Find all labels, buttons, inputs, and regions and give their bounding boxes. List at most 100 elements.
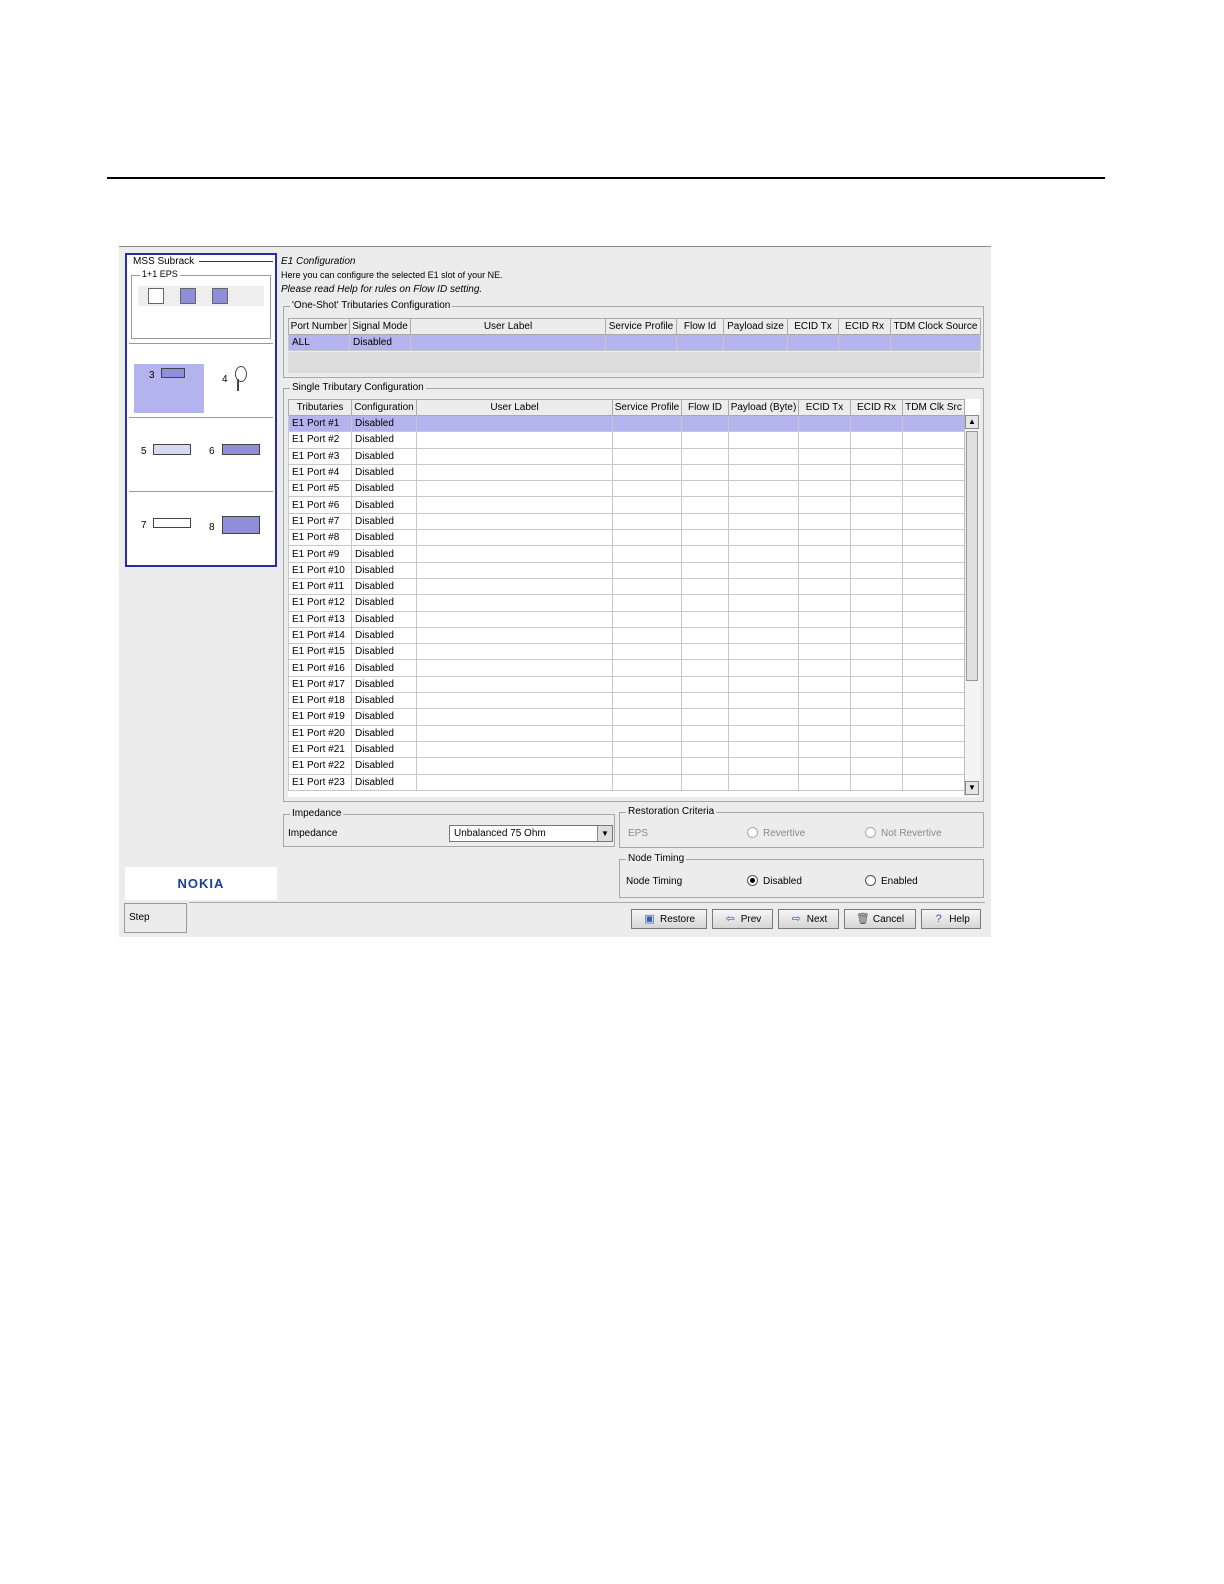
single-tributary-title: Single Tributary Configuration <box>290 382 426 393</box>
table-row[interactable]: E1 Port #9 Disabled <box>288 545 965 563</box>
table-row[interactable]: E1 Port #11 Disabled <box>288 577 965 596</box>
help-button[interactable]: ? Help <box>921 909 981 929</box>
slot-number: 6 <box>209 446 215 457</box>
column-header[interactable]: Service Profile <box>612 399 682 416</box>
next-button[interactable]: ⇨ Next <box>778 909 839 929</box>
page-description: Here you can configure the selected E1 s… <box>281 270 503 280</box>
table-row[interactable]: E1 Port #6 Disabled <box>288 496 965 514</box>
column-header[interactable]: Port Number <box>288 318 350 335</box>
table-row[interactable]: E1 Port #14 Disabled <box>288 626 965 645</box>
column-header[interactable]: Payload (Byte) <box>728 399 799 416</box>
vertical-scrollbar[interactable]: ▲ ▼ <box>964 415 980 796</box>
table-row[interactable]: E1 Port #17 Disabled <box>288 675 965 694</box>
table-row[interactable]: E1 Port #19 Disabled <box>288 708 965 726</box>
restore-button[interactable]: ▣ Restore <box>631 909 707 929</box>
node-timing-disabled-radio[interactable] <box>747 875 758 886</box>
impedance-group: Impedance Impedance Unbalanced 75 Ohm ▼ <box>283 808 615 847</box>
slot-5-card-icon[interactable] <box>153 444 191 455</box>
help-icon: ? <box>935 913 942 925</box>
scroll-thumb[interactable] <box>966 431 978 681</box>
table-row[interactable]: E1 Port #20 Disabled <box>288 724 965 742</box>
column-header[interactable]: Flow Id <box>676 318 724 335</box>
subrack-title: MSS Subrack <box>131 256 197 267</box>
table-row[interactable]: E1 Port #8 Disabled <box>288 529 965 547</box>
column-header[interactable]: TDM Clk Src <box>902 399 965 416</box>
chevron-down-icon[interactable]: ▼ <box>597 826 612 841</box>
scroll-down-icon[interactable]: ▼ <box>965 781 979 795</box>
nokia-logo: NOKIA <box>125 867 277 900</box>
column-header[interactable]: ECID Rx <box>850 399 903 416</box>
node-timing-enabled-label: Enabled <box>881 876 918 887</box>
column-header[interactable]: Payload size <box>723 318 788 335</box>
slot-number: 3 <box>149 370 155 381</box>
cancel-button[interactable]: 🗑 Cancel <box>844 909 916 929</box>
column-header[interactable]: User Label <box>410 318 606 335</box>
table-row[interactable]: E1 Port #16 Disabled <box>288 659 965 677</box>
single-tributary-group: Single Tributary Configuration Tributari… <box>283 382 984 802</box>
impedance-select[interactable]: Unbalanced 75 Ohm ▼ <box>449 825 613 842</box>
revertive-label: Revertive <box>763 828 806 839</box>
table-row[interactable]: E1 Port #2 Disabled <box>288 431 965 449</box>
column-header[interactable]: User Label <box>416 399 613 416</box>
table-row[interactable]: E1 Port #21 Disabled <box>288 740 965 759</box>
arrow-right-icon: ⇨ <box>791 913 801 925</box>
node-timing-group: Node Timing Node Timing Disabled Enabled <box>619 853 984 898</box>
column-header[interactable]: Flow ID <box>681 399 729 416</box>
slot-7-card-icon[interactable] <box>153 518 191 528</box>
impedance-group-title: Impedance <box>290 808 344 819</box>
impedance-value: Unbalanced 75 Ohm <box>454 828 546 839</box>
slot-number: 8 <box>209 522 215 533</box>
help-note: Please read Help for rules on Flow ID se… <box>281 284 483 295</box>
restore-icon: ▣ <box>644 913 655 925</box>
table-row[interactable]: E1 Port #22 Disabled <box>288 757 965 775</box>
restoration-criteria-title: Restoration Criteria <box>626 806 717 817</box>
page-title: E1 Configuration <box>281 256 356 267</box>
table-row[interactable]: E1 Port #5 Disabled <box>288 480 965 498</box>
eps-slot-icon[interactable] <box>180 288 196 304</box>
not-revertive-radio[interactable] <box>865 827 876 838</box>
table-row[interactable]: E1 Port #10 Disabled <box>288 561 965 579</box>
table-row[interactable]: ALL Disabled <box>288 333 981 352</box>
single-tributary-table: Tributaries Configuration User Label Ser… <box>288 399 965 791</box>
node-timing-label: Node Timing <box>626 876 683 887</box>
table-row[interactable]: E1 Port #1 Disabled <box>288 414 965 433</box>
table-row[interactable]: E1 Port #3 Disabled <box>288 447 965 465</box>
column-header[interactable]: Service Profile <box>605 318 677 335</box>
slot-row: 7 8 <box>129 491 273 564</box>
column-header[interactable]: ECID Rx <box>838 318 891 335</box>
slot-3-card-icon[interactable] <box>161 368 185 378</box>
table-row[interactable]: E1 Port #13 Disabled <box>288 610 965 628</box>
revertive-radio[interactable] <box>747 827 758 838</box>
column-header[interactable]: ECID Tx <box>787 318 839 335</box>
eps-slot-icon[interactable] <box>148 288 164 304</box>
table-row[interactable]: E1 Port #4 Disabled <box>288 463 965 482</box>
table-row[interactable]: E1 Port #23 Disabled <box>288 773 965 791</box>
slot-6-card-icon[interactable] <box>222 444 260 455</box>
column-header[interactable]: Configuration <box>351 399 417 416</box>
column-header[interactable]: TDM Clock Source <box>890 318 981 335</box>
table-row[interactable]: E1 Port #15 Disabled <box>288 643 965 661</box>
node-timing-enabled-radio[interactable] <box>865 875 876 886</box>
e1-config-window: MSS Subrack 1+1 EPS 3 4 5 6 7 8 NOKIA St… <box>119 246 991 937</box>
eps-slot-icon[interactable] <box>212 288 228 304</box>
prev-button[interactable]: ⇦ Prev <box>712 909 773 929</box>
slot-8-card-icon[interactable] <box>222 516 260 534</box>
table-row[interactable]: E1 Port #12 Disabled <box>288 594 965 612</box>
node-timing-title: Node Timing <box>626 853 687 864</box>
one-shot-table: Port Number Signal Mode User Label Servi… <box>288 318 981 352</box>
scroll-up-icon[interactable]: ▲ <box>965 415 979 429</box>
table-row[interactable]: E1 Port #18 Disabled <box>288 692 965 710</box>
single-tributary-viewport: Tributaries Configuration User Label Ser… <box>288 399 980 797</box>
column-header[interactable]: ECID Tx <box>798 399 851 416</box>
column-header[interactable]: Signal Mode <box>349 318 411 335</box>
table-row[interactable]: E1 Port #7 Disabled <box>288 512 965 531</box>
column-header[interactable]: Tributaries <box>288 399 352 416</box>
slot-row: 3 4 <box>129 343 273 416</box>
step-indicator: Step <box>124 903 187 933</box>
slot-row: 5 6 <box>129 417 273 490</box>
one-shot-empty-area <box>288 352 980 373</box>
mss-subrack-panel: MSS Subrack 1+1 EPS 3 4 5 6 7 8 <box>125 253 277 567</box>
page-rule <box>107 177 1105 179</box>
slot-number: 5 <box>141 446 147 457</box>
eps-group: 1+1 EPS <box>131 269 271 339</box>
